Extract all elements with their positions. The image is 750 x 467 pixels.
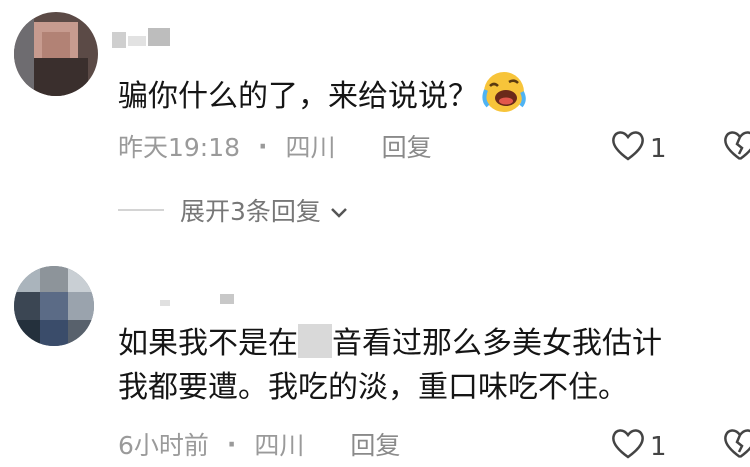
broken-heart-icon bbox=[722, 131, 750, 164]
comment-text: 骗你什么的了，来给说说？ bbox=[118, 70, 526, 119]
username[interactable] bbox=[112, 28, 182, 50]
like-count: 1 bbox=[650, 133, 667, 164]
comment-location: 四川 bbox=[254, 431, 305, 460]
comment-time: 昨天19:18 bbox=[118, 133, 241, 162]
heart-icon bbox=[610, 128, 646, 169]
heart-icon bbox=[610, 426, 646, 467]
comment-time: 6小时前 bbox=[118, 431, 209, 460]
like-button[interactable]: 1 bbox=[610, 426, 667, 467]
reply-button[interactable]: 回复 bbox=[382, 128, 432, 164]
expand-replies-label: 展开3条回复 bbox=[180, 197, 321, 226]
meta-separator: · bbox=[258, 131, 268, 161]
avatar[interactable] bbox=[14, 12, 98, 96]
comment-item: 骗你什么的了，来给说说？ 昨天19:18 · 四川 回复 1 展开3条回复 bbox=[0, 0, 750, 240]
dislike-button[interactable] bbox=[722, 128, 750, 164]
reply-button[interactable]: 回复 bbox=[350, 426, 400, 462]
comment-text: 如果我不是在 音看过那么多美女我估计 我都要遭。我吃的淡，重口味吃不住。 bbox=[118, 324, 662, 405]
username[interactable] bbox=[160, 290, 250, 312]
expand-replies-button[interactable]: 展开3条回复 bbox=[118, 192, 349, 228]
avatar[interactable] bbox=[14, 266, 94, 346]
comment-location: 四川 bbox=[285, 133, 336, 162]
comment-meta: 昨天19:18 · 四川 回复 bbox=[118, 128, 432, 164]
meta-separator: · bbox=[226, 429, 237, 459]
broken-heart-icon bbox=[722, 429, 750, 462]
comment-meta: 6小时前 · 四川 回复 bbox=[118, 426, 400, 462]
dislike-button[interactable] bbox=[722, 426, 750, 462]
chevron-down-icon bbox=[329, 200, 349, 220]
divider-line bbox=[118, 209, 164, 211]
comment-item: 如果我不是在 音看过那么多美女我估计 我都要遭。我吃的淡，重口味吃不住。 6小时前… bbox=[0, 250, 750, 467]
like-button[interactable]: 1 bbox=[610, 128, 667, 169]
like-count: 1 bbox=[650, 431, 667, 462]
censored-text-mosaic bbox=[298, 324, 332, 358]
laughing-crying-emoji-icon bbox=[482, 70, 526, 114]
